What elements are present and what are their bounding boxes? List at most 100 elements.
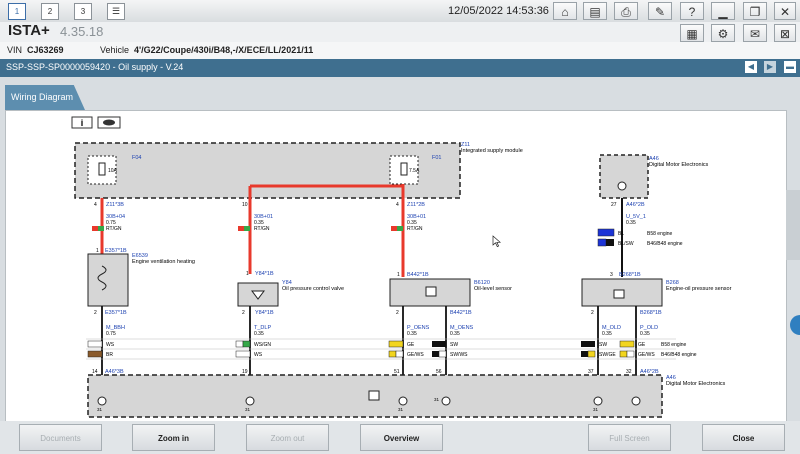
svg-text:GE: GE: [407, 342, 415, 348]
conn-b268-1b-top[interactable]: B268*1B: [619, 272, 641, 278]
svg-text:GE: GE: [638, 342, 646, 348]
gear-icon[interactable]: ⚙: [711, 24, 735, 42]
z11-name: Integrated supply module: [461, 148, 523, 154]
conn-y84-1b-bottom[interactable]: Y84*1B: [255, 310, 274, 316]
zoom-out-button[interactable]: Zoom out: [246, 424, 329, 451]
zoom-in-button[interactable]: Zoom in: [132, 424, 215, 451]
vin-value: CJ63269: [27, 45, 64, 55]
svg-text:3: 3: [610, 272, 613, 278]
svg-text:B58 engine: B58 engine: [661, 342, 687, 348]
overview-button[interactable]: Overview: [360, 424, 443, 451]
list-icon[interactable]: ☰: [107, 3, 125, 20]
svg-text:BL: BL: [618, 231, 624, 237]
tab-3[interactable]: 3: [74, 3, 92, 20]
conn-z11-2b[interactable]: Z11*2B: [407, 202, 425, 208]
fuse-f04[interactable]: F04: [132, 155, 141, 161]
document-title-bar: SSP-SSP-SP0000059420 - Oil supply - V.24…: [0, 59, 800, 77]
full-screen-button[interactable]: Full Screen: [588, 424, 671, 451]
svg-text:0.35: 0.35: [407, 331, 417, 337]
exit-icon[interactable]: ✕: [774, 2, 796, 20]
conn-a46-2b-bottom[interactable]: A46*2B: [640, 369, 659, 375]
b6120-name: Oil-level sensor: [474, 286, 512, 292]
collapse-icon[interactable]: ▬: [784, 61, 796, 73]
help-icon[interactable]: ?: [680, 2, 704, 20]
minimize-icon[interactable]: ▁: [711, 2, 735, 20]
svg-text:31: 31: [245, 407, 251, 412]
svg-text:GE/WS: GE/WS: [638, 352, 655, 358]
app-version: 4.35.18: [60, 24, 104, 39]
svg-text:4: 4: [94, 202, 97, 208]
svg-text:0.35: 0.35: [450, 331, 460, 337]
svg-text:B46/B48 engine: B46/B48 engine: [661, 352, 697, 358]
svg-text:B58 engine: B58 engine: [647, 231, 673, 237]
tab-2[interactable]: 2: [41, 3, 59, 20]
e6539-name: Engine ventilation heating: [132, 259, 195, 265]
datetime: 12/05/2022 14:53:36: [448, 5, 549, 17]
svg-text:10: 10: [242, 202, 248, 208]
svg-text:1: 1: [96, 248, 99, 254]
svg-text:27: 27: [611, 202, 617, 208]
vehicle-value: 4'/G22/Coupe/430i/B48,-/X/ECE/LL/2021/11: [134, 45, 314, 55]
measure-icon[interactable]: ▦: [680, 24, 704, 42]
svg-text:GE/WS: GE/WS: [407, 352, 424, 358]
svg-text:2: 2: [94, 310, 97, 316]
vehicle-label: Vehicle: [100, 45, 130, 55]
side-panel-handle[interactable]: [786, 190, 800, 260]
svg-text:0.75: 0.75: [106, 331, 116, 337]
close-session-icon[interactable]: ⊠: [774, 24, 796, 42]
expand-panel-icon[interactable]: [790, 315, 800, 335]
svg-text:2: 2: [591, 310, 594, 316]
svg-text:WS: WS: [254, 352, 263, 358]
svg-text:37: 37: [588, 369, 594, 375]
svg-text:31: 31: [434, 397, 440, 402]
document-title: SSP-SSP-SP0000059420 - Oil supply - V.24: [6, 62, 184, 72]
conn-b442-1b-top[interactable]: B442*1B: [407, 272, 429, 278]
home-icon[interactable]: ⌂: [553, 2, 577, 20]
svg-text:WS: WS: [106, 342, 115, 348]
conn-y84-1b-top[interactable]: Y84*1B: [255, 271, 274, 277]
mouse-cursor-icon: [492, 235, 502, 248]
e6539-component[interactable]: [87, 253, 129, 307]
svg-text:0.35: 0.35: [640, 331, 650, 337]
mail-icon[interactable]: ✉: [743, 24, 767, 42]
vehicle-info-row: VIN CJ63269 Vehicle 4'/G22/Coupe/430i/B4…: [0, 42, 800, 60]
close-button[interactable]: Close: [702, 424, 785, 451]
svg-text:1: 1: [397, 272, 400, 278]
svg-text:i: i: [81, 118, 84, 128]
book-icon[interactable]: ▤: [583, 2, 607, 20]
b268-name: Engine-oil pressure sensor: [666, 286, 732, 292]
svg-text:BL/SW: BL/SW: [618, 241, 634, 247]
svg-text:RT/GN: RT/GN: [254, 226, 270, 232]
prev-document-icon[interactable]: ◀: [745, 61, 757, 73]
svg-text:1: 1: [246, 271, 249, 277]
svg-text:14: 14: [92, 369, 98, 375]
svg-text:51: 51: [394, 369, 400, 375]
conn-e357-1b-top[interactable]: E357*1B: [105, 248, 127, 254]
next-document-icon[interactable]: ▶: [764, 61, 776, 73]
svg-text:2: 2: [396, 310, 399, 316]
tab-1[interactable]: 1: [8, 3, 26, 20]
svg-text:SW/GE: SW/GE: [599, 352, 616, 358]
svg-text:0.35: 0.35: [602, 331, 612, 337]
tab-wiring-diagram[interactable]: Wiring Diagram: [5, 85, 85, 110]
conn-b442-1b-bottom[interactable]: B442*1B: [450, 310, 472, 316]
wiring-diagram[interactable]: i Z11 Integrated supply module F04 10A F…: [6, 111, 786, 422]
conn-a46-2b-top[interactable]: A46*2B: [626, 202, 645, 208]
restore-icon[interactable]: ❐: [743, 2, 767, 20]
svg-text:31: 31: [398, 407, 404, 412]
svg-text:31: 31: [97, 407, 103, 412]
documents-button[interactable]: Documents: [19, 424, 102, 451]
svg-text:56: 56: [436, 369, 442, 375]
wrench-icon[interactable]: ✎: [648, 2, 672, 20]
wiring-diagram-canvas[interactable]: i Z11 Integrated supply module F04 10A F…: [5, 110, 787, 423]
conn-z11-3b[interactable]: Z11*3B: [106, 202, 124, 208]
conn-a46-3b[interactable]: A46*3B: [105, 369, 124, 375]
a46-top-module[interactable]: [599, 154, 649, 199]
fuse-f01[interactable]: F01: [432, 155, 441, 161]
svg-text:31: 31: [593, 407, 599, 412]
print-icon[interactable]: ⎙: [614, 2, 638, 20]
conn-e357-1b-bottom[interactable]: E357*1B: [105, 310, 127, 316]
conn-b268-1b-bottom[interactable]: B268*1B: [640, 310, 662, 316]
vin-label: VIN: [7, 45, 23, 55]
svg-text:WS/GN: WS/GN: [254, 342, 271, 348]
